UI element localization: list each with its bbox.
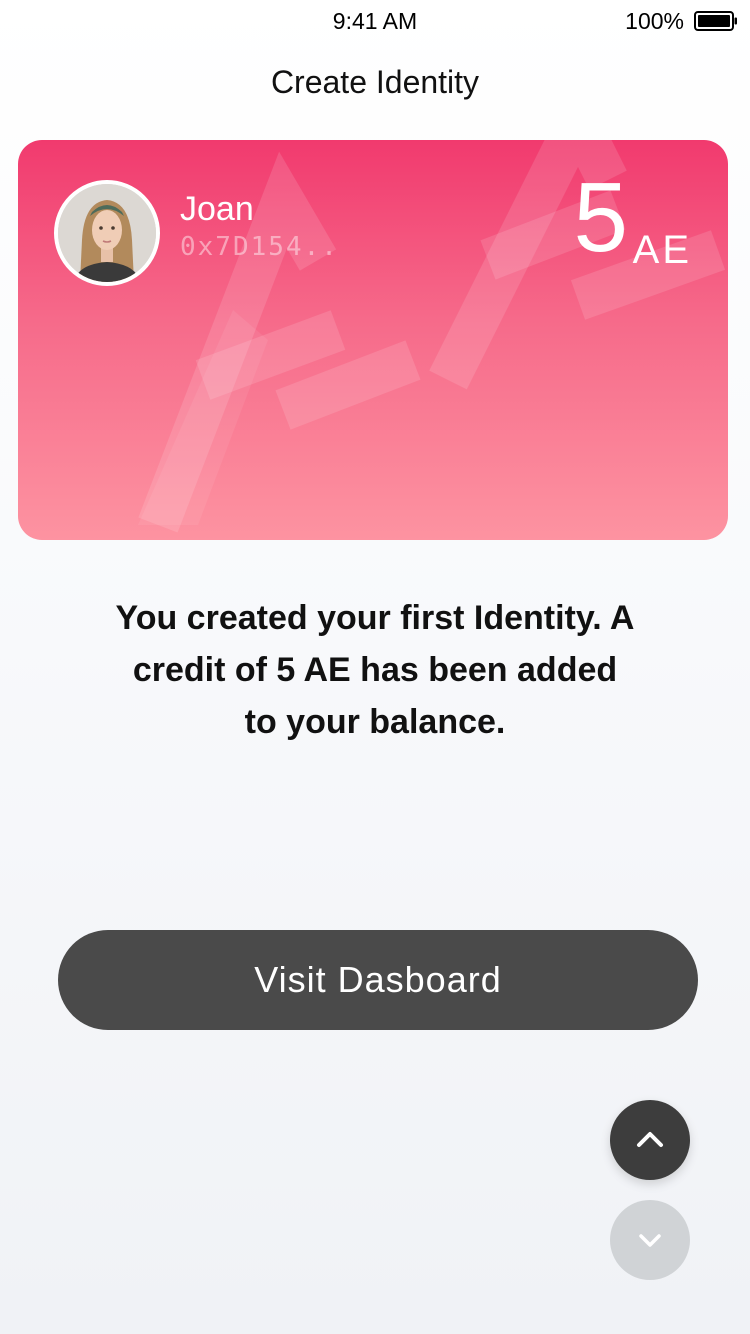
profile-photo (58, 184, 156, 282)
message-line-3: to your balance. (244, 703, 506, 741)
identity-name: Joan (180, 190, 254, 228)
identity-address: 0x7D154.. (180, 232, 339, 262)
visit-dashboard-button[interactable]: Visit Dasboard (58, 930, 698, 1030)
page-title: Create Identity (270, 64, 480, 100)
chevron-down-icon (639, 1234, 661, 1247)
battery-icon (694, 11, 737, 31)
avatar (54, 180, 160, 286)
chevron-up-icon (637, 1132, 663, 1147)
identity-card[interactable]: Joan 0x7D154.. 5 AE (18, 140, 728, 540)
message-line-2: credit of 5 AE has been added (132, 651, 618, 689)
identity-balance: 5 (573, 162, 628, 272)
scroll-down-button[interactable] (610, 1200, 690, 1280)
status-bar: 9:41 AM 100% (0, 0, 750, 44)
confirmation-message: You created your first Identity. A credi… (95, 592, 655, 748)
balance-unit: AE (632, 228, 692, 272)
battery-percentage: 100% (625, 8, 684, 34)
scroll-up-button[interactable] (610, 1100, 690, 1180)
message-line-1: You created your first Identity. A (115, 599, 635, 637)
